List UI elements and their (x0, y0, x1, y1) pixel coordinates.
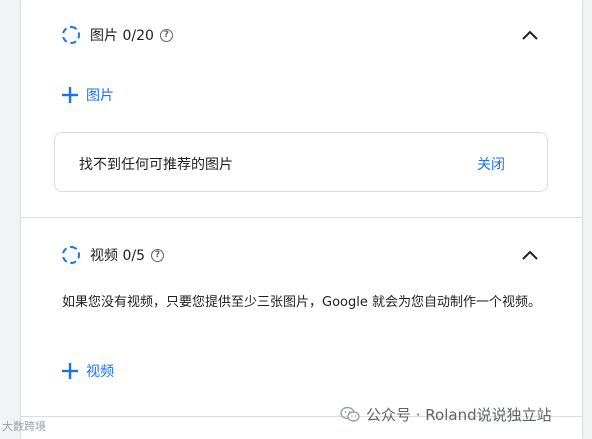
chevron-up-icon[interactable] (521, 29, 539, 41)
plus-icon (62, 87, 78, 103)
add-image-label: 图片 (86, 88, 114, 104)
add-video-button[interactable]: 视频 (62, 361, 114, 381)
videos-section-header: 视频 0/5 ? (62, 245, 164, 265)
watermark-right-text: 公众号 · Roland说说独立站 (366, 406, 552, 424)
assets-card: 图片 0/20 ? 图片 找不到任何可推荐的图片 关闭 视频 0/5 ? 如果您… (21, 0, 582, 439)
no-recommendations-notice: 找不到任何可推荐的图片 关闭 (54, 132, 548, 192)
add-image-button[interactable]: 图片 (62, 85, 114, 105)
plus-icon (62, 363, 78, 379)
dashed-circle-icon (62, 246, 80, 264)
images-section-header: 图片 0/20 ? (62, 25, 173, 45)
notice-close-button[interactable]: 关闭 (477, 154, 505, 174)
question-circle-icon[interactable]: ? (159, 28, 173, 42)
watermark-left: 大数跨境 (2, 420, 46, 433)
wechat-icon (340, 406, 360, 422)
left-gutter (0, 0, 21, 439)
images-section-title: 图片 0/20 (90, 28, 154, 44)
right-gutter (582, 0, 592, 439)
chevron-up-icon[interactable] (521, 249, 539, 261)
videos-section-title: 视频 0/5 (90, 248, 145, 264)
watermark-right: 公众号 · Roland说说独立站 (340, 404, 552, 425)
question-circle-icon[interactable]: ? (150, 248, 164, 262)
add-video-label: 视频 (86, 364, 114, 380)
page: 图片 0/20 ? 图片 找不到任何可推荐的图片 关闭 视频 0/5 ? 如果您… (0, 0, 592, 439)
videos-description: 如果您没有视频，只要您提供至少三张图片，Google 就会为您自动制作一个视频。 (62, 295, 541, 310)
notice-text: 找不到任何可推荐的图片 (79, 157, 233, 173)
dashed-circle-icon (62, 26, 80, 44)
section-divider (21, 217, 582, 218)
